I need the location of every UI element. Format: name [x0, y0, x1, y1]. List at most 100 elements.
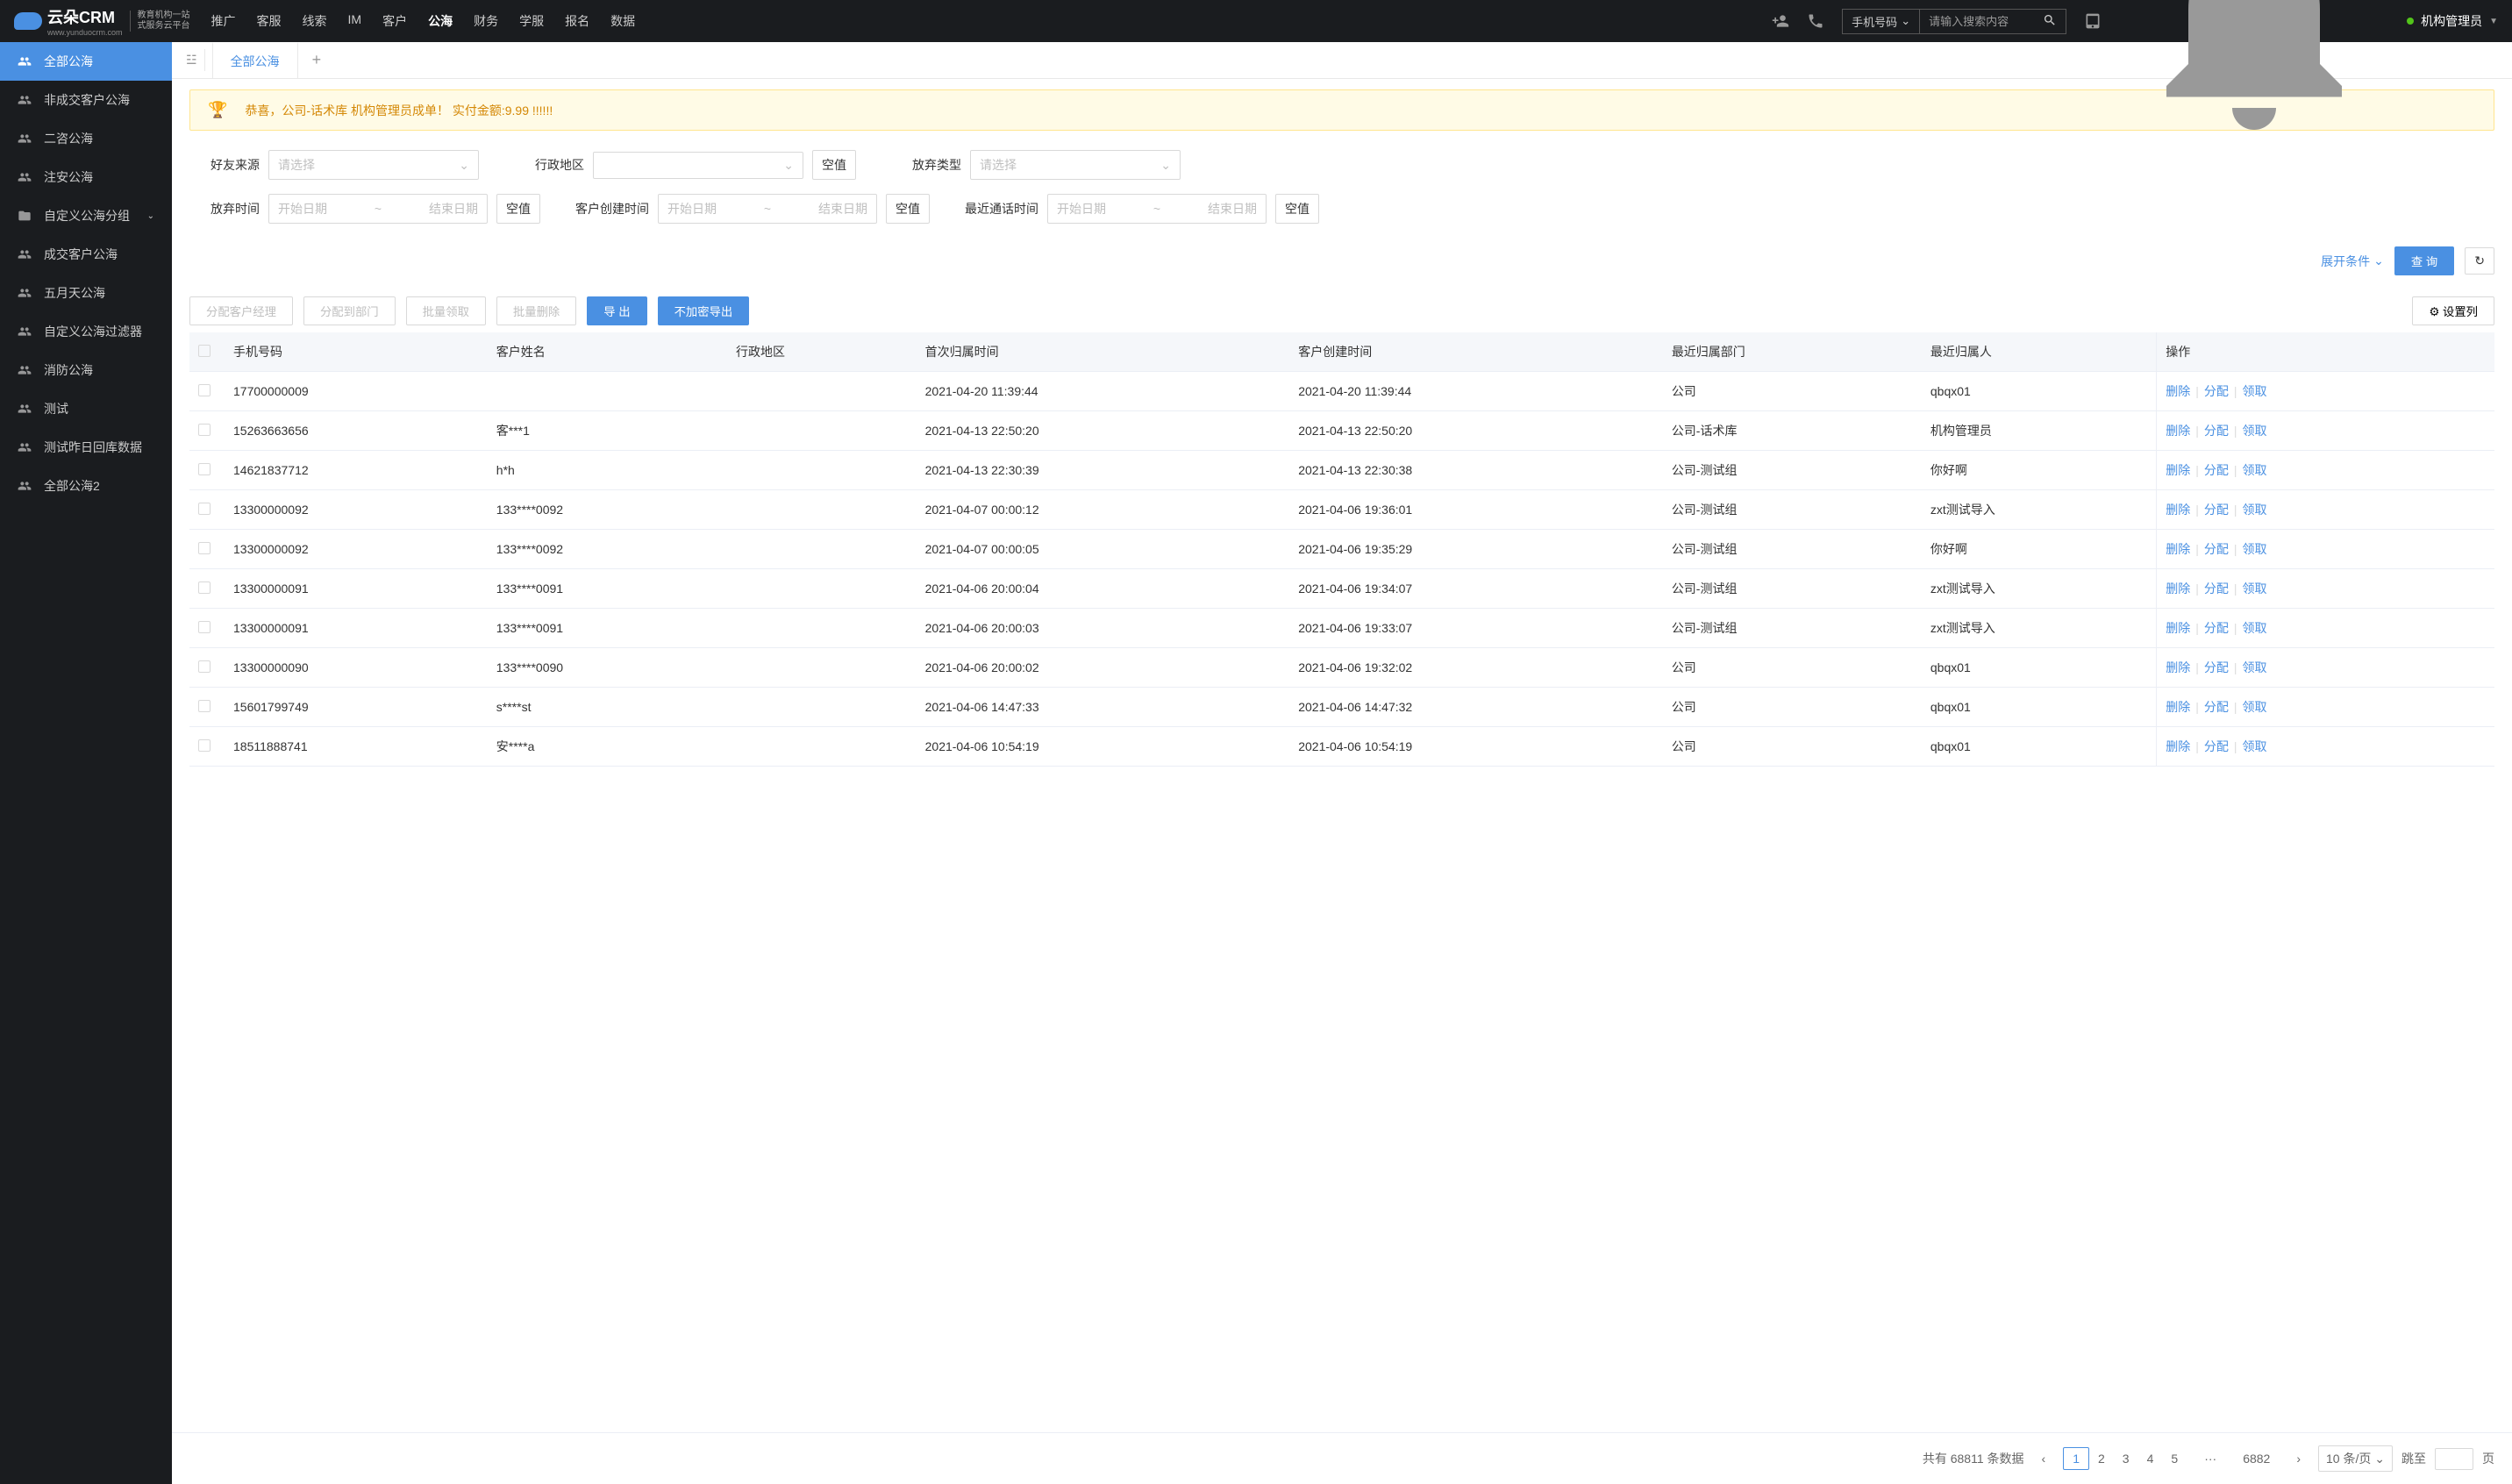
empty-value-button[interactable]: 空值 — [886, 194, 930, 224]
filter-select[interactable]: 请选择⌄ — [970, 150, 1181, 180]
assign-dept-button[interactable]: 分配到部门 — [303, 296, 396, 325]
sidebar-item[interactable]: 消防公海 — [0, 351, 172, 389]
empty-value-button[interactable]: 空值 — [812, 150, 856, 180]
assign-link[interactable]: 分配 — [2204, 384, 2229, 398]
delete-link[interactable]: 删除 — [2166, 384, 2190, 398]
query-button[interactable]: 查 询 — [2394, 246, 2454, 275]
sidebar-item[interactable]: 成交客户公海 — [0, 235, 172, 274]
sidebar-item[interactable]: 五月天公海 — [0, 274, 172, 312]
claim-link[interactable]: 领取 — [2242, 700, 2266, 714]
assign-link[interactable]: 分配 — [2204, 700, 2229, 714]
export-button[interactable]: 导 出 — [587, 296, 646, 325]
assign-link[interactable]: 分配 — [2204, 463, 2229, 477]
claim-link[interactable]: 领取 — [2242, 424, 2266, 438]
assign-link[interactable]: 分配 — [2204, 581, 2229, 596]
page-number[interactable]: 1 — [2063, 1447, 2089, 1470]
row-checkbox[interactable] — [198, 581, 211, 594]
filter-select[interactable]: ⌄ — [593, 152, 803, 179]
nav-item[interactable]: 财务 — [474, 9, 498, 33]
delete-link[interactable]: 删除 — [2166, 700, 2190, 714]
filter-daterange[interactable]: 开始日期~结束日期 — [658, 194, 877, 224]
claim-link[interactable]: 领取 — [2242, 581, 2266, 596]
tab-add-icon[interactable]: + — [298, 42, 336, 78]
page-number[interactable]: 2 — [2089, 1448, 2114, 1469]
search-type-select[interactable]: 手机号码 ⌄ — [1843, 10, 1920, 33]
nav-item[interactable]: 客户 — [382, 9, 407, 33]
sidebar-item[interactable]: 测试昨日回库数据 — [0, 428, 172, 467]
delete-link[interactable]: 删除 — [2166, 581, 2190, 596]
assign-link[interactable]: 分配 — [2204, 542, 2229, 556]
row-checkbox[interactable] — [198, 700, 211, 712]
assign-link[interactable]: 分配 — [2204, 503, 2229, 517]
sidebar-item[interactable]: 非成交客户公海 — [0, 81, 172, 119]
set-columns-button[interactable]: ⚙ 设置列 — [2412, 296, 2494, 325]
filter-daterange[interactable]: 开始日期~结束日期 — [268, 194, 488, 224]
sidebar-item[interactable]: 自定义公海分组⌄ — [0, 196, 172, 235]
expand-filters-link[interactable]: 展开条件 ⌄ — [2321, 253, 2384, 270]
search-icon[interactable] — [2034, 10, 2066, 33]
page-number[interactable]: 4 — [2138, 1448, 2163, 1469]
row-checkbox[interactable] — [198, 542, 211, 554]
nav-item[interactable]: 数据 — [610, 9, 635, 33]
tablet-icon[interactable] — [2084, 12, 2102, 30]
claim-link[interactable]: 领取 — [2242, 739, 2266, 753]
nav-item[interactable]: IM — [348, 9, 362, 33]
user-plus-icon[interactable] — [1772, 12, 1789, 30]
export-plain-button[interactable]: 不加密导出 — [658, 296, 750, 325]
claim-link[interactable]: 领取 — [2242, 621, 2266, 635]
empty-value-button[interactable]: 空值 — [496, 194, 540, 224]
page-ellipsis[interactable]: ··· — [2195, 1448, 2225, 1469]
batch-delete-button[interactable]: 批量删除 — [496, 296, 576, 325]
sidebar-item[interactable]: 自定义公海过滤器 — [0, 312, 172, 351]
claim-link[interactable]: 领取 — [2242, 542, 2266, 556]
assign-link[interactable]: 分配 — [2204, 424, 2229, 438]
phone-icon[interactable] — [1807, 12, 1824, 30]
logo[interactable]: 云朵CRM www.yunduocrm.com 教育机构一站 式服务云平台 — [14, 5, 190, 37]
page-size-select[interactable]: 10 条/页 ⌄ — [2318, 1445, 2393, 1472]
tab-all-public-sea[interactable]: 全部公海 — [212, 42, 298, 79]
prev-page-icon[interactable]: ‹ — [2033, 1448, 2055, 1469]
assign-link[interactable]: 分配 — [2204, 660, 2229, 674]
assign-manager-button[interactable]: 分配客户经理 — [189, 296, 293, 325]
delete-link[interactable]: 删除 — [2166, 503, 2190, 517]
row-checkbox[interactable] — [198, 660, 211, 673]
nav-item[interactable]: 线索 — [303, 9, 327, 33]
sidebar-item[interactable]: 二咨公海 — [0, 119, 172, 158]
claim-link[interactable]: 领取 — [2242, 503, 2266, 517]
delete-link[interactable]: 删除 — [2166, 739, 2190, 753]
sidebar-item[interactable]: 全部公海 — [0, 42, 172, 81]
nav-item[interactable]: 公海 — [428, 9, 453, 33]
page-number[interactable]: 5 — [2162, 1448, 2187, 1469]
user-menu[interactable]: 机构管理员 ▼ — [2407, 12, 2498, 30]
next-page-icon[interactable]: › — [2287, 1448, 2309, 1469]
claim-link[interactable]: 领取 — [2242, 384, 2266, 398]
search-input[interactable] — [1920, 11, 2034, 32]
row-checkbox[interactable] — [198, 739, 211, 752]
nav-item[interactable]: 推广 — [211, 9, 236, 33]
sidebar-item[interactable]: 测试 — [0, 389, 172, 428]
delete-link[interactable]: 删除 — [2166, 660, 2190, 674]
row-checkbox[interactable] — [198, 621, 211, 633]
empty-value-button[interactable]: 空值 — [1275, 194, 1319, 224]
claim-link[interactable]: 领取 — [2242, 463, 2266, 477]
filter-select[interactable]: 请选择⌄ — [268, 150, 479, 180]
delete-link[interactable]: 删除 — [2166, 621, 2190, 635]
sidebar-item[interactable]: 全部公海2 — [0, 467, 172, 505]
notification-bell[interactable]: 99+ — [2123, 0, 2386, 154]
nav-item[interactable]: 客服 — [257, 9, 282, 33]
batch-claim-button[interactable]: 批量领取 — [406, 296, 486, 325]
delete-link[interactable]: 删除 — [2166, 542, 2190, 556]
nav-item[interactable]: 学服 — [519, 9, 544, 33]
row-checkbox[interactable] — [198, 384, 211, 396]
assign-link[interactable]: 分配 — [2204, 621, 2229, 635]
row-checkbox[interactable] — [198, 463, 211, 475]
claim-link[interactable]: 领取 — [2242, 660, 2266, 674]
page-number[interactable]: 3 — [2114, 1448, 2138, 1469]
last-page[interactable]: 6882 — [2234, 1448, 2279, 1469]
nav-item[interactable]: 报名 — [565, 9, 589, 33]
filter-daterange[interactable]: 开始日期~结束日期 — [1047, 194, 1267, 224]
row-checkbox[interactable] — [198, 424, 211, 436]
refresh-icon[interactable]: ↻ — [2465, 247, 2494, 275]
tabs-toggle-icon[interactable]: ☳ — [179, 49, 205, 71]
row-checkbox[interactable] — [198, 503, 211, 515]
